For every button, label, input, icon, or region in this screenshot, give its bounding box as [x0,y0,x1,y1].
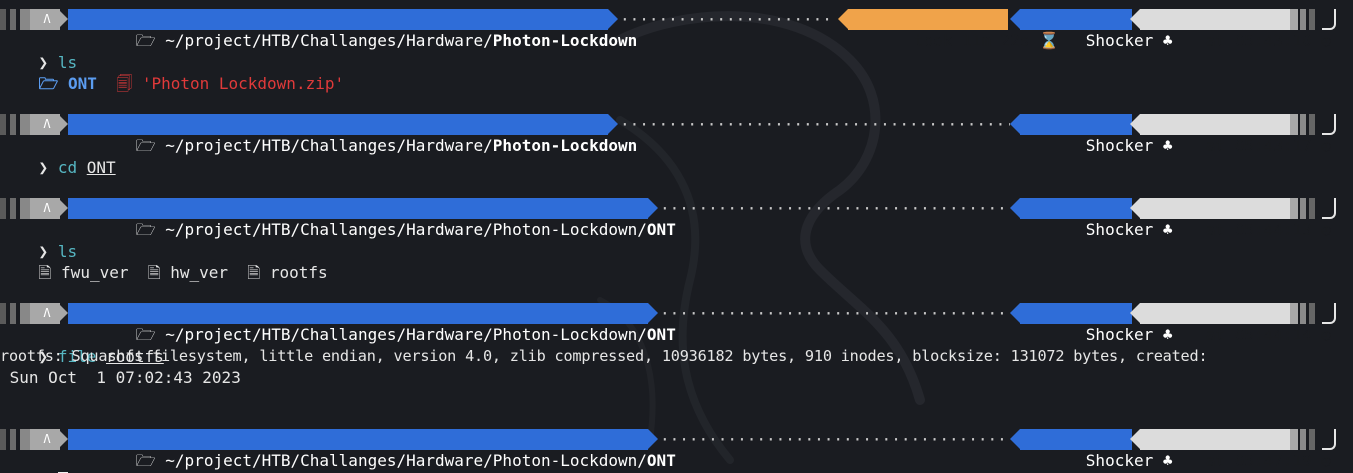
clock-icon: ◴ [1321,451,1332,470]
cwd-current: ONT [646,220,676,239]
cwd-segment: 🗁 ~/project/HTB/Challanges/Hardware/Phot… [68,303,676,344]
prompt-filler: ········································… [660,430,1010,449]
duration: took 11m 22s [913,31,1030,50]
file-entry: hw_ver [170,263,229,282]
kali-dragon-icon: Λ [43,432,51,446]
timestamp: at 05:43:10 [1205,31,1312,50]
time-segment: at 05:43:17 ◴ [1140,114,1331,155]
cwd-prefix: ~/project/HTB/Challanges/Hardware/ [165,136,493,155]
cwd-prefix: ~/project/HTB/Challanges/Hardware/Photon… [165,451,647,470]
username: Shocker [1085,325,1154,344]
command-output: rootfs: Squashfs filesystem, little endi… [0,347,1208,365]
prompt-bar: Λ 🗁 ~/project/HTB/Challanges/Hardware/Ph… [0,429,1353,470]
cwd-segment: 🗁 ~/project/HTB/Challanges/Hardware/Phot… [68,9,637,50]
user-segment: Shocker ♣ [1020,303,1173,344]
command-line: ❯ ls [0,220,78,261]
cwd-prefix: ~/project/HTB/Challanges/Hardware/ [165,31,493,50]
cwd-current: ONT [646,325,676,344]
kali-dragon-icon: Λ [43,201,51,215]
kali-dragon-icon: Λ [43,306,51,320]
time-segment: at 05:47:19 ◴ [1140,429,1331,470]
took-segment: took 11m 22s ⌛ [848,9,1059,50]
file-icon: 🗎 [38,263,52,282]
command-arg: ONT [86,158,116,177]
username: Shocker [1085,451,1154,470]
folder-icon: 🗁 [135,136,156,155]
clock-icon: ◴ [1321,220,1332,239]
time-segment: at 05:44:14 ◴ [1140,303,1331,344]
command-line: ❯ cd ONT [0,136,116,177]
folder-icon: 🗁 [135,220,156,239]
prompt-bar: Λ 🗁 ~/project/HTB/Challanges/Hardware/Ph… [0,9,1353,50]
command-output: Sun Oct 1 07:02:43 2023 [0,368,241,387]
prompt-filler: ········································ [620,10,835,29]
cwd-current: Photon-Lockdown [492,31,638,50]
username: Shocker [1085,31,1154,50]
time-segment: at 05:43:10 ◴ [1140,9,1331,50]
clock-icon: ◴ [1321,325,1332,344]
command-line: ❯ file rootfs [0,325,164,366]
file-entry: rootfs [269,263,328,282]
command-line[interactable]: ❯ [0,450,68,473]
user-segment: Shocker ♣ [1020,429,1173,470]
folder-icon: 🗁 [135,31,156,50]
username: Shocker [1085,136,1154,155]
command-line: ❯ ls [0,31,78,72]
prompt-filler: ········································… [660,199,1010,218]
cwd-current: ONT [646,451,676,470]
terminal[interactable]: Λ 🗁 ~/project/HTB/Challanges/Hardware/Ph… [0,0,1353,473]
file-icon: 🗎 [247,263,261,282]
ls-output: 🗁 ONT 🗐 'Photon Lockdown.zip' [0,52,345,93]
username: Shocker [1085,220,1154,239]
clock-icon: ◴ [1321,31,1332,50]
clock-icon: ◴ [1321,136,1332,155]
timestamp: at 05:44:13 [1205,220,1312,239]
prompt-chevron: ❯ [38,158,49,177]
dir-entry: ONT [68,74,97,93]
time-segment: at 05:44:13 ◴ [1140,198,1331,239]
archive-icon: 🗐 [116,74,133,93]
file-entry: fwu_ver [61,263,129,282]
cwd-current: Photon-Lockdown [492,136,638,155]
timestamp: at 05:44:14 [1205,325,1312,344]
folder-icon: 🗁 [135,451,156,470]
command: cd [57,158,78,177]
user-segment: Shocker ♣ [1020,114,1173,155]
prompt-filler: ········································… [620,115,1010,134]
prompt-bar: Λ 🗁 ~/project/HTB/Challanges/Hardware/Ph… [0,114,1353,155]
user-segment: Shocker ♣ [1020,9,1173,50]
cwd-segment: 🗁 ~/project/HTB/Challanges/Hardware/Phot… [68,114,637,155]
cwd-segment: 🗁 ~/project/HTB/Challanges/Hardware/Phot… [68,198,676,239]
user-segment: Shocker ♣ [1020,198,1173,239]
zip-entry: 'Photon Lockdown.zip' [141,74,345,93]
kali-dragon-icon: Λ [43,12,51,26]
prompt-bar: Λ 🗁 ~/project/HTB/Challanges/Hardware/Ph… [0,303,1353,344]
prompt-filler: ········································… [660,304,1010,323]
ls-output: 🗎 fwu_ver 🗎 hw_ver 🗎 rootfs [0,241,328,282]
kali-dragon-icon: Λ [43,117,51,131]
file-icon: 🗎 [147,263,161,282]
cwd-prefix: ~/project/HTB/Challanges/Hardware/Photon… [165,325,647,344]
timestamp: at 05:47:19 [1205,451,1312,470]
cwd-segment: 🗁 ~/project/HTB/Challanges/Hardware/Phot… [68,429,676,470]
cwd-prefix: ~/project/HTB/Challanges/Hardware/Photon… [165,220,647,239]
prompt-bar: Λ 🗁 ~/project/HTB/Challanges/Hardware/Ph… [0,198,1353,239]
folder-icon: 🗁 [38,74,59,93]
timestamp: at 05:43:17 [1205,136,1312,155]
